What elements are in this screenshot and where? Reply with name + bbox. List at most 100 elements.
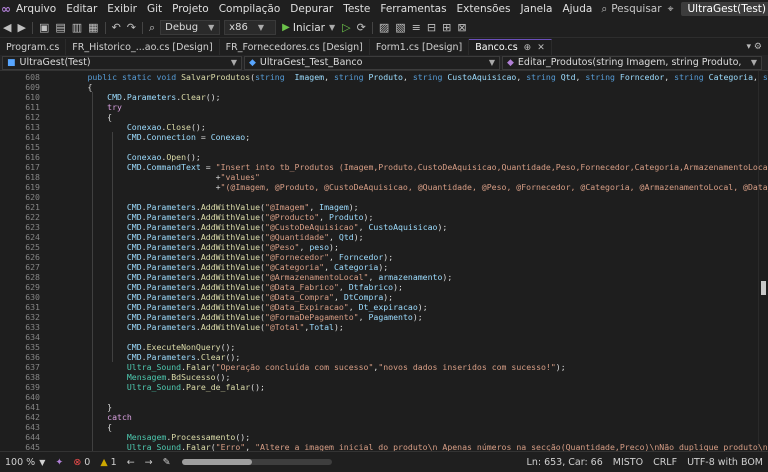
code-line[interactable]: 644 Mensagem.Processamento(); <box>0 432 760 442</box>
error-count[interactable]: ⊗ 0 <box>68 457 95 468</box>
back-icon[interactable]: ◀ <box>0 18 14 38</box>
menu-item-ferramentas[interactable]: Ferramentas <box>375 0 451 18</box>
menu-item-projeto[interactable]: Projeto <box>167 0 214 18</box>
new-item-icon[interactable]: ▣ <box>36 18 52 38</box>
toolbar-icon-c[interactable]: ≡ <box>409 18 424 38</box>
pin-icon[interactable]: ⌖ <box>668 3 674 16</box>
code-line[interactable]: 641 } <box>0 402 760 412</box>
pin-icon[interactable]: ⊕ <box>524 43 532 53</box>
code-line[interactable]: 615 <box>0 142 760 152</box>
start-button[interactable]: ▶ Iniciar ▼ <box>278 22 339 34</box>
toolbar-icon-d[interactable]: ⊟ <box>424 18 439 38</box>
code-line[interactable]: 634 <box>0 332 760 342</box>
code-line[interactable]: 633 CMD.Parameters.AddWithValue("@Total"… <box>0 322 760 332</box>
undo-icon[interactable]: ↶ <box>109 18 124 38</box>
hot-reload-icon[interactable]: ⟳ <box>354 18 369 38</box>
code-line[interactable]: 609 { <box>0 82 760 92</box>
toolbar-separator <box>31 21 33 34</box>
project-select[interactable]: ■ UltraGest(Test) ▼ <box>2 55 242 70</box>
menu-item-depurar[interactable]: Depurar <box>285 0 338 18</box>
tab-2[interactable]: FR_Fornecedores.cs [Design] <box>220 39 370 55</box>
code-line[interactable]: 628 CMD.Parameters.AddWithValue("@Armaze… <box>0 272 760 282</box>
code-line[interactable]: 622 CMD.Parameters.AddWithValue("@Produc… <box>0 212 760 222</box>
cursor-position[interactable]: Ln: 653, Car: 66 <box>522 457 608 468</box>
code-line[interactable]: 608 public static void SalvarProdutos(st… <box>0 72 768 82</box>
horizontal-scrollbar[interactable] <box>181 459 332 465</box>
close-icon[interactable]: ✕ <box>537 43 545 53</box>
code-line[interactable]: 625 CMD.Parameters.AddWithValue("@Peso",… <box>0 242 760 252</box>
code-line[interactable]: 645 Ultra_Sound.Falar("Erro", "Altere a … <box>0 442 768 451</box>
menu-item-compilação[interactable]: Compilação <box>214 0 286 18</box>
warning-count[interactable]: ▲ 1 <box>95 457 121 468</box>
menu-item-git[interactable]: Git <box>142 0 167 18</box>
toolbar-icon-e[interactable]: ⊞ <box>439 18 454 38</box>
nav-forward-icon[interactable]: → <box>140 457 158 468</box>
code-line[interactable]: 618 +"values" <box>0 172 760 182</box>
code-line[interactable]: 643 { <box>0 422 760 432</box>
code-line[interactable]: 632 CMD.Parameters.AddWithValue("@FormaD… <box>0 312 760 322</box>
tab-3[interactable]: Form1.cs [Design] <box>370 39 470 55</box>
forward-icon[interactable]: ▶ <box>14 18 28 38</box>
code-line[interactable]: 624 CMD.Parameters.AddWithValue("@Quanti… <box>0 232 760 242</box>
code-line[interactable]: 640 <box>0 392 760 402</box>
code-line[interactable]: 627 CMD.Parameters.AddWithValue("@Catego… <box>0 262 760 272</box>
code-line[interactable]: 620 <box>0 192 760 202</box>
menu-item-ajuda[interactable]: Ajuda <box>557 0 597 18</box>
menu-item-arquivo[interactable]: Arquivo <box>11 0 61 18</box>
class-select[interactable]: ◆ UltraGest_Test_Banco ▼ <box>244 55 500 70</box>
brush-icon[interactable]: ✎ <box>158 457 176 468</box>
nav-back-icon[interactable]: ← <box>122 457 140 468</box>
menu-item-exibir[interactable]: Exibir <box>102 0 142 18</box>
whitespace-mode[interactable]: MISTO <box>608 457 648 468</box>
search-box[interactable]: ⌕ Pesquisar ⌖ <box>601 3 673 16</box>
code-line[interactable]: 637 Ultra_Sound.Falar("Operação concluíd… <box>0 362 760 372</box>
zoom-select[interactable]: 100 % ▼ <box>0 457 50 468</box>
platform-select[interactable]: x86 ▼ <box>224 20 277 35</box>
code-line[interactable]: 613 Conexao.Close(); <box>0 122 760 132</box>
code-line[interactable]: 629 CMD.Parameters.AddWithValue("@Data_F… <box>0 282 760 292</box>
code-line[interactable]: 614 CMD.Connection = Conexao; <box>0 132 760 142</box>
code-line[interactable]: 630 CMD.Parameters.AddWithValue("@Data_C… <box>0 292 760 302</box>
line-ending[interactable]: CRLF <box>648 457 682 468</box>
code-line[interactable]: 619 +"(@Imagem, @Produto, @CustoDeAquisi… <box>0 182 768 192</box>
tab-0[interactable]: Program.cs <box>0 39 67 55</box>
code-line[interactable]: 610 CMD.Parameters.Clear(); <box>0 92 760 102</box>
code-line[interactable]: 612 { <box>0 112 760 122</box>
code-line[interactable]: 621 CMD.Parameters.AddWithValue("@Imagem… <box>0 202 760 212</box>
code-editor[interactable]: 608 public static void SalvarProdutos(st… <box>0 71 768 451</box>
config-select[interactable]: Debug ▼ <box>160 20 221 35</box>
member-select[interactable]: ◆ Editar_Produtos(string Imagem, string … <box>502 55 762 70</box>
code-line[interactable]: 636 CMD.Parameters.Clear(); <box>0 352 760 362</box>
save-icon[interactable]: ▥ <box>69 18 85 38</box>
tab-1[interactable]: FR_Historico_...ao.cs [Design] <box>66 39 220 55</box>
menu-item-teste[interactable]: Teste <box>338 0 375 18</box>
code-line[interactable]: 635 CMD.ExecuteNonQuery(); <box>0 342 760 352</box>
config-value: Debug <box>165 22 199 33</box>
tab-4[interactable]: Banco.cs ⊕ ✕ <box>469 39 552 55</box>
code-line[interactable]: 638 Mensagem.BdSucesso(); <box>0 372 760 382</box>
menu-item-janela[interactable]: Janela <box>515 0 557 18</box>
code-line[interactable]: 611 try <box>0 102 760 112</box>
open-folder-icon[interactable]: ▤ <box>52 18 68 38</box>
toolbar-icon-a[interactable]: ▨ <box>376 18 392 38</box>
tab-overflow-icon[interactable]: ▾ ⚙ <box>741 39 768 55</box>
code-line[interactable]: 631 CMD.Parameters.AddWithValue("@Data_E… <box>0 302 760 312</box>
save-all-icon[interactable]: ▦ <box>85 18 101 38</box>
code-line[interactable]: 626 CMD.Parameters.AddWithValue("@Fornec… <box>0 252 760 262</box>
code-line[interactable]: 617 CMD.CommandText = "Insert into tb_Pr… <box>0 162 768 172</box>
menu-item-extensões[interactable]: Extensões <box>452 0 516 18</box>
encoding[interactable]: UTF-8 with BOM <box>682 457 768 468</box>
toolbar-icon-f[interactable]: ⊠ <box>454 18 469 38</box>
run-without-debug-icon[interactable]: ▷ <box>339 18 353 38</box>
line-number: 642 <box>25 412 40 422</box>
intellicode-icon[interactable]: ✦ <box>50 457 68 468</box>
menu-item-editar[interactable]: Editar <box>61 0 102 18</box>
search-code-icon[interactable]: ⌕ <box>146 18 158 38</box>
toolbar-icon-b[interactable]: ▧ <box>392 18 408 38</box>
code-line[interactable]: 639 Ultra_Sound.Pare_de_falar(); <box>0 382 760 392</box>
code-line[interactable]: 642 catch <box>0 412 760 422</box>
scrollbar-thumb[interactable] <box>761 281 766 295</box>
redo-icon[interactable]: ↷ <box>124 18 139 38</box>
code-line[interactable]: 623 CMD.Parameters.AddWithValue("@CustoD… <box>0 222 760 232</box>
code-line[interactable]: 616 Conexao.Open(); <box>0 152 760 162</box>
